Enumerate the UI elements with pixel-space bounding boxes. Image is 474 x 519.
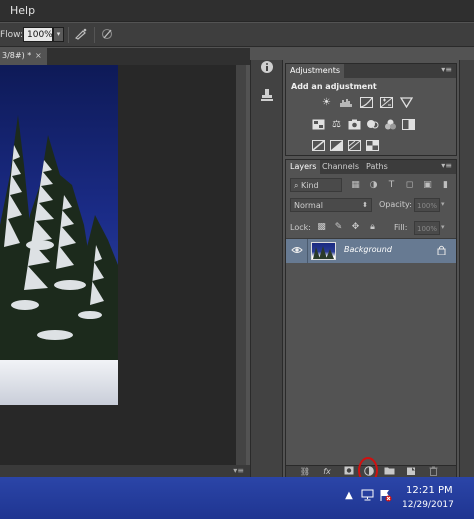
lock-image-pixels-icon[interactable]: ✎: [333, 222, 344, 233]
show-hidden-icons-icon[interactable]: ▲: [342, 489, 356, 503]
opacity-input[interactable]: 100%: [414, 198, 440, 212]
mixer-icon[interactable]: [366, 119, 379, 130]
filter-toggle-icon[interactable]: ▮: [440, 180, 451, 191]
blend-row: Normal ⬍ Opacity: 100% ▾: [290, 198, 455, 212]
selective-color-icon[interactable]: [366, 140, 379, 151]
menu-help[interactable]: Help: [10, 4, 35, 17]
tab-paths[interactable]: Paths: [362, 160, 392, 174]
panel-menu-icon[interactable]: ▾≡: [441, 161, 452, 170]
layer-thumbnail-image: [313, 246, 334, 259]
layer-thumbnail[interactable]: [311, 242, 336, 260]
blend-mode-select[interactable]: Normal ⬍: [290, 198, 372, 212]
filter-pixel-icon[interactable]: ▦: [350, 180, 361, 191]
levels-icon[interactable]: [340, 97, 353, 108]
options-separator: [68, 27, 69, 43]
balance-icon[interactable]: ⚖: [330, 119, 343, 130]
lock-label: Lock:: [290, 223, 311, 232]
lock-icon: [437, 245, 446, 258]
flow-dropdown-button[interactable]: ▾: [53, 27, 64, 42]
opacity-label: Opacity:: [379, 200, 412, 209]
panel-edge: [459, 60, 474, 477]
chevron-down-icon: ⬍: [362, 201, 368, 209]
taskbar: ▲ 12:21 PM 12/29/2017: [0, 477, 474, 519]
adjustments-tab-strip: Adjustments ▾≡: [286, 64, 456, 78]
vibrance-icon[interactable]: [312, 119, 325, 130]
posterize-icon[interactable]: [312, 140, 325, 151]
eye-icon[interactable]: [291, 245, 303, 257]
document-tab-title: 3/8#) *: [2, 51, 32, 60]
pressure-size-icon[interactable]: [99, 28, 115, 42]
clone-source-icon[interactable]: [258, 88, 276, 106]
snowy-trees-image: [0, 115, 118, 405]
clock-date[interactable]: 12/29/2017: [402, 500, 454, 510]
flow-label: Flow:: [0, 30, 24, 40]
filter-type-icon[interactable]: T: [386, 180, 397, 191]
lock-transparent-pixels-icon[interactable]: ▩: [316, 222, 327, 233]
color-lookup-icon[interactable]: [384, 119, 397, 130]
threshold-icon[interactable]: [330, 140, 343, 151]
tab-layers[interactable]: Layers: [286, 160, 321, 174]
layer-name[interactable]: Background: [344, 245, 392, 254]
layer-row[interactable]: Background: [286, 239, 456, 263]
close-icon[interactable]: ×: [35, 51, 42, 60]
action-center-flag-icon[interactable]: [378, 489, 392, 503]
filter-shape-icon[interactable]: ◻: [404, 180, 415, 191]
options-separator: [94, 27, 95, 43]
tab-adjustments[interactable]: Adjustments: [286, 64, 345, 78]
document-tab-bar: 3/8#) * ×: [0, 48, 250, 65]
gradient-map-icon[interactable]: [348, 140, 361, 151]
options-bar: Flow: 100% ▾: [0, 23, 474, 47]
camera-icon[interactable]: [348, 119, 361, 130]
blend-mode-value: Normal: [294, 201, 323, 210]
layer-filter-row: ⌕ Kind ▦ ◑ T ◻ ▣ ▮: [290, 178, 455, 192]
flow-input[interactable]: 100%: [23, 27, 53, 42]
filter-adjustment-icon[interactable]: ◑: [368, 180, 379, 191]
info-icon[interactable]: [258, 60, 276, 78]
network-icon[interactable]: [360, 489, 374, 503]
document-image[interactable]: [0, 65, 118, 405]
adjustments-title: Add an adjustment: [291, 82, 377, 91]
lock-row: Lock: ▩ ✎ ✥ 🔒︎ Fill: 100% ▾: [290, 221, 455, 235]
collapsed-panel-dock: [250, 60, 283, 477]
exposure-icon[interactable]: [380, 97, 393, 108]
canvas-area[interactable]: [0, 65, 246, 465]
panel-menu-icon[interactable]: ▾≡: [233, 466, 244, 475]
invert-icon[interactable]: [402, 119, 415, 130]
document-tab[interactable]: 3/8#) * ×: [0, 48, 47, 65]
layers-tab-strip: Layers Channels Paths ▾≡: [286, 160, 456, 174]
filter-kind-label: ⌕ Kind: [294, 181, 319, 190]
brightness-contrast-icon[interactable]: ☀: [320, 97, 333, 108]
layers-panel: Layers Channels Paths ▾≡ ⌕ Kind ▦ ◑ T ◻ …: [285, 159, 457, 477]
vertical-scrollbar[interactable]: [236, 65, 246, 465]
chevron-down-icon[interactable]: ▾: [441, 223, 445, 231]
layer-row-divider: [307, 239, 308, 263]
adjustments-panel: Adjustments ▾≡ Add an adjustment ☀ ⚖: [285, 63, 457, 156]
clock-time[interactable]: 12:21 PM: [406, 485, 453, 496]
triangle-icon[interactable]: [399, 97, 414, 109]
airbrush-icon[interactable]: [73, 28, 89, 42]
chevron-down-icon[interactable]: ▾: [441, 200, 445, 208]
fill-label: Fill:: [394, 223, 408, 232]
curves-icon[interactable]: [360, 97, 373, 108]
menubar: Help: [0, 0, 474, 22]
lock-all-icon[interactable]: 🔒︎: [367, 222, 378, 233]
panel-menu-icon[interactable]: ▾≡: [441, 65, 452, 74]
filter-smart-object-icon[interactable]: ▣: [422, 180, 433, 191]
tab-channels[interactable]: Channels: [318, 160, 363, 174]
filter-kind-select[interactable]: ⌕ Kind: [290, 178, 342, 192]
lock-position-icon[interactable]: ✥: [350, 222, 361, 233]
fill-input[interactable]: 100%: [414, 221, 440, 235]
horizontal-scrollbar[interactable]: ▾≡: [0, 465, 250, 477]
